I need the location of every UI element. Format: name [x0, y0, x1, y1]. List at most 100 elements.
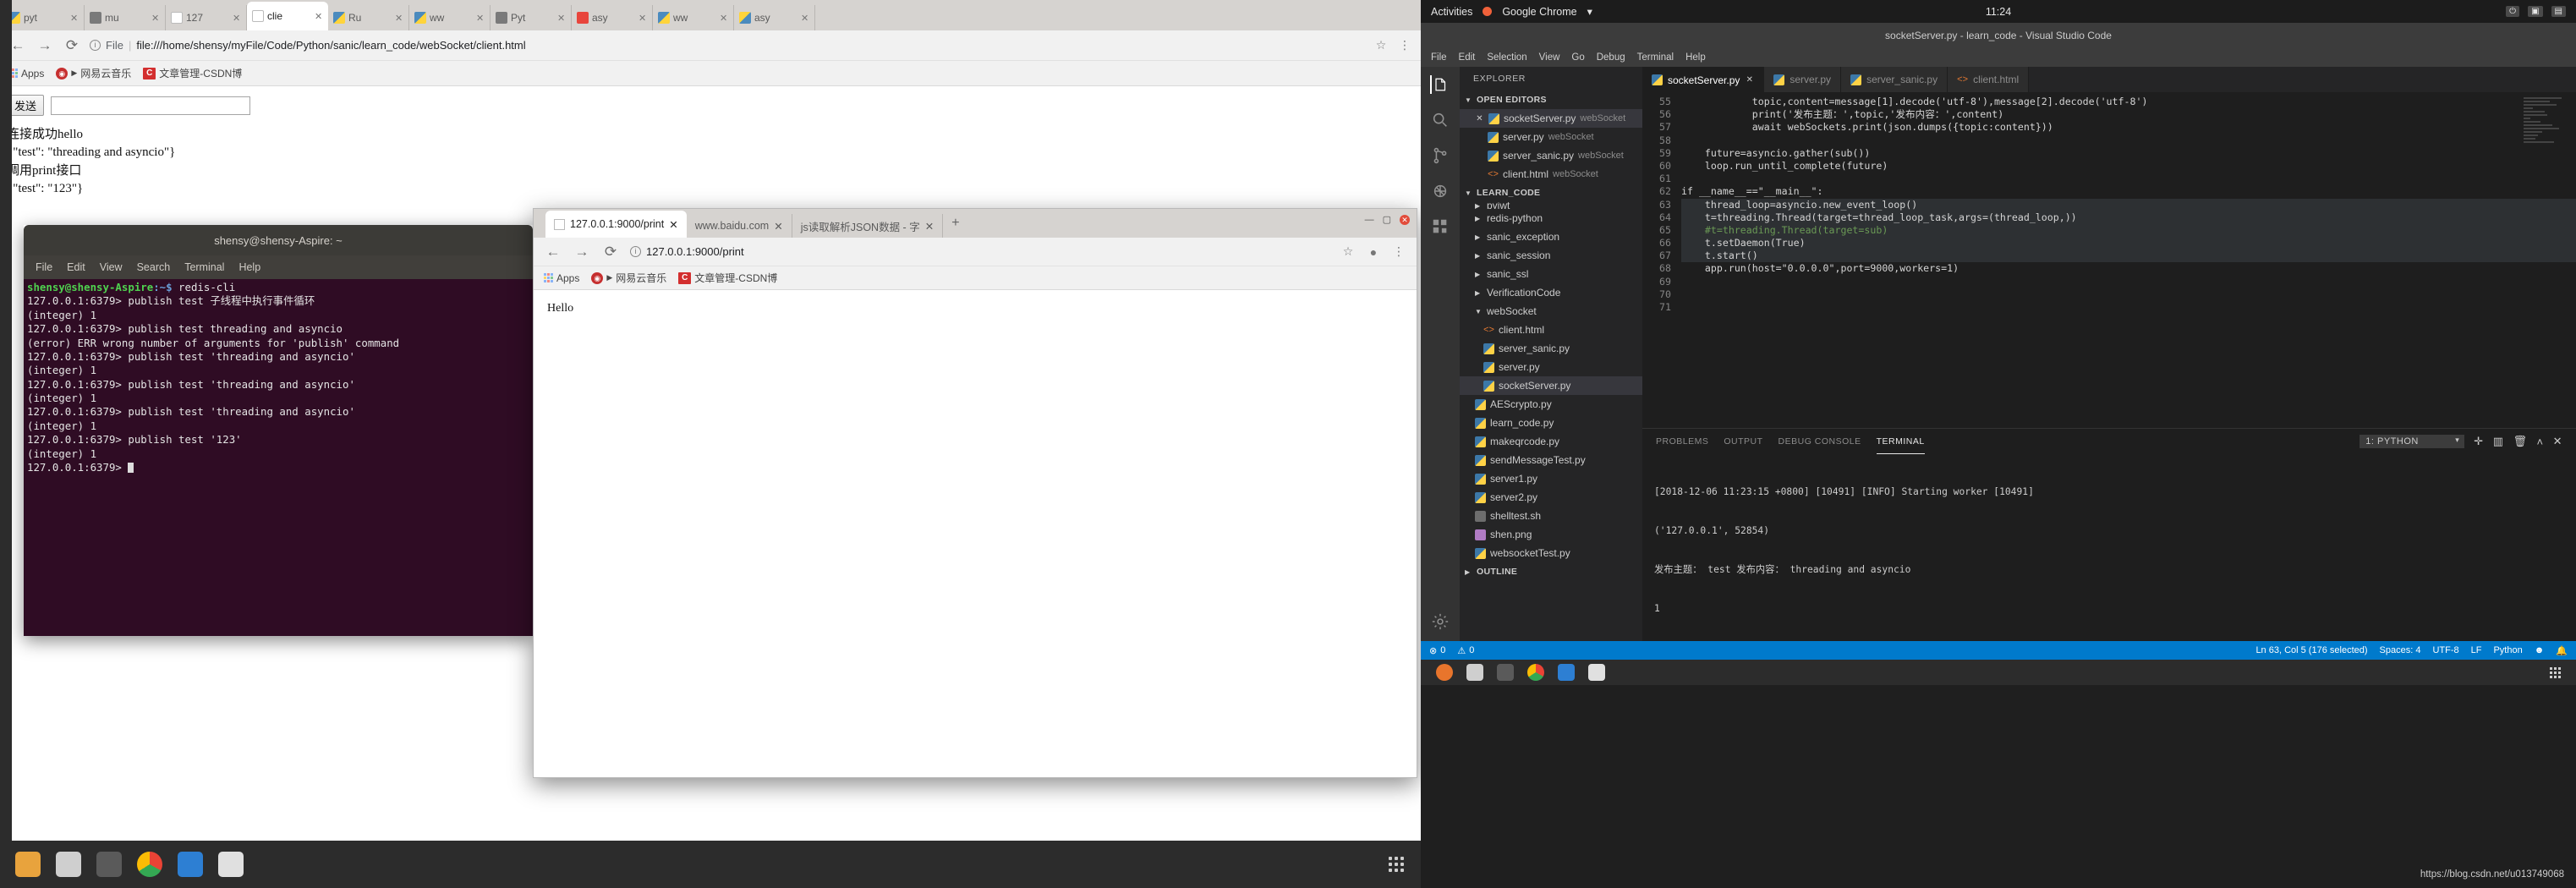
- open-editors-section-header[interactable]: ▼ OPEN EDITORS: [1460, 90, 1642, 109]
- editor-tab-socketserver[interactable]: socketServer.py ✕: [1642, 67, 1765, 92]
- tree-item-folder[interactable]: ▶ redis-python: [1460, 209, 1642, 227]
- tab-close-icon[interactable]: ✕: [315, 11, 323, 22]
- menu-file[interactable]: File: [36, 261, 52, 273]
- browser-tab[interactable]: mu ✕: [85, 5, 166, 30]
- tab-debug-console[interactable]: DEBUG CONSOLE: [1779, 436, 1861, 447]
- browser-tab[interactable]: www.baidu.com ✕: [687, 214, 792, 238]
- page-info-icon[interactable]: i: [630, 246, 641, 257]
- reload-icon[interactable]: ⟳: [601, 244, 620, 260]
- browser-tab[interactable]: 127 ✕: [166, 5, 247, 30]
- menu-help[interactable]: Help: [1685, 52, 1706, 63]
- terminal-output[interactable]: shensy@shensy-Aspire:~$ redis-cli 127.0.…: [24, 279, 533, 636]
- browser-tab-active[interactable]: clie ✕: [247, 2, 328, 30]
- activities-button[interactable]: Activities: [1431, 6, 1472, 18]
- firefox-icon[interactable]: [1436, 664, 1453, 681]
- account-avatar-icon[interactable]: ●: [1366, 245, 1381, 259]
- network-indicator-icon[interactable]: ▣: [2528, 6, 2543, 17]
- menu-search[interactable]: Search: [137, 261, 171, 273]
- tree-item-folder[interactable]: ▶ sanic_session: [1460, 246, 1642, 265]
- menu-debug[interactable]: Debug: [1597, 52, 1625, 63]
- system-menu-icon[interactable]: ▤: [2551, 6, 2566, 17]
- warning-triangle-icon[interactable]: ⚠: [1457, 645, 1466, 656]
- extensions-icon[interactable]: [1431, 217, 1450, 236]
- address-bar[interactable]: i 127.0.0.1:9000/print: [630, 245, 1330, 258]
- browser-tab[interactable]: ww ✕: [653, 5, 734, 30]
- page-info-icon[interactable]: i: [90, 40, 101, 51]
- message-input[interactable]: [51, 96, 251, 115]
- menu-help[interactable]: Help: [238, 261, 260, 273]
- chrome-icon[interactable]: [1527, 664, 1544, 681]
- send-button[interactable]: 发送: [7, 95, 45, 116]
- encoding-setting[interactable]: UTF-8: [2432, 645, 2458, 655]
- browser-tab[interactable]: asy ✕: [734, 5, 815, 30]
- tree-item-file[interactable]: sendMessageTest.py: [1460, 451, 1642, 469]
- tab-close-icon[interactable]: ✕: [669, 218, 677, 231]
- files-icon[interactable]: [1430, 75, 1449, 94]
- tab-problems[interactable]: PROBLEMS: [1656, 436, 1708, 447]
- current-app-label[interactable]: Google Chrome: [1502, 6, 1576, 18]
- tree-item-folder[interactable]: ▶ sanic_ssl: [1460, 265, 1642, 283]
- debug-icon[interactable]: [1431, 182, 1450, 200]
- browser-tab[interactable]: pyt ✕: [3, 5, 85, 30]
- cursor-position[interactable]: Ln 63, Col 5 (176 selected): [2255, 645, 2367, 655]
- tree-item-file[interactable]: server_sanic.py: [1460, 339, 1642, 358]
- tab-close-icon[interactable]: ✕: [801, 13, 809, 24]
- browser-tab[interactable]: Ru ✕: [328, 5, 409, 30]
- address-bar[interactable]: i File | file:///home/shensy/myFile/Code…: [90, 39, 1365, 52]
- minimize-button[interactable]: —: [1365, 215, 1374, 225]
- chevron-down-icon[interactable]: ▾: [1587, 5, 1592, 18]
- tab-output[interactable]: OUTPUT: [1724, 436, 1762, 447]
- calculator-icon[interactable]: [1588, 664, 1605, 681]
- chrome-menu-icon[interactable]: ⋮: [1391, 244, 1406, 259]
- open-editor-item[interactable]: <> client.html webSocket: [1460, 165, 1642, 184]
- terminal-selector[interactable]: 1: python: [2360, 435, 2465, 448]
- menu-go[interactable]: Go: [1571, 52, 1584, 63]
- close-icon[interactable]: ✕: [1745, 75, 1754, 85]
- source-control-icon[interactable]: [1431, 146, 1450, 165]
- bookmark-star-icon[interactable]: ☆: [1340, 244, 1356, 259]
- browser-tab[interactable]: asy ✕: [572, 5, 653, 30]
- ubuntu-files-icon[interactable]: [15, 852, 41, 877]
- tab-close-icon[interactable]: ✕: [925, 220, 934, 233]
- tree-item-file[interactable]: <> client.html: [1460, 321, 1642, 339]
- show-applications-icon[interactable]: [2550, 666, 2561, 678]
- outline-section-header[interactable]: ▶ OUTLINE: [1460, 562, 1642, 581]
- calculator-icon[interactable]: [218, 852, 244, 877]
- bookmark-apps[interactable]: Apps: [544, 272, 579, 284]
- tree-item-file[interactable]: AEScrypto.py: [1460, 395, 1642, 414]
- editor-minimap[interactable]: [2524, 97, 2571, 224]
- close-icon[interactable]: ✕: [1475, 114, 1484, 123]
- tree-item-folder-expanded[interactable]: ▼ webSocket: [1460, 302, 1642, 321]
- menu-selection[interactable]: Selection: [1487, 52, 1526, 63]
- menu-view[interactable]: View: [100, 261, 123, 273]
- bookmark-csdn[interactable]: C 文章管理-CSDN博: [143, 66, 242, 80]
- editor-tab-client-html[interactable]: <> client.html: [1948, 67, 2030, 92]
- tab-close-icon[interactable]: ✕: [639, 13, 647, 24]
- tree-item-folder[interactable]: ▶ VerificationCode: [1460, 283, 1642, 302]
- tree-item-file[interactable]: makeqrcode.py: [1460, 432, 1642, 451]
- browser-tab-active[interactable]: 127.0.0.1:9000/print ✕: [545, 211, 687, 238]
- back-icon[interactable]: ←: [544, 244, 562, 260]
- chrome-icon[interactable]: [137, 852, 162, 877]
- tab-close-icon[interactable]: ✕: [476, 13, 485, 24]
- power-indicator-icon[interactable]: ⏻: [2506, 6, 2520, 17]
- tree-item-file[interactable]: shen.png: [1460, 525, 1642, 544]
- files-icon[interactable]: [1466, 664, 1483, 681]
- editor-tab-server[interactable]: server.py: [1764, 67, 1842, 92]
- menu-edit[interactable]: Edit: [1459, 52, 1476, 63]
- tree-item-file[interactable]: server.py: [1460, 358, 1642, 376]
- chrome-menu-icon[interactable]: ⋮: [1397, 38, 1412, 52]
- show-applications-icon[interactable]: [1389, 857, 1404, 872]
- tree-item-file-selected[interactable]: socketServer.py: [1460, 376, 1642, 395]
- app-icon[interactable]: [178, 852, 203, 877]
- new-tab-button[interactable]: +: [943, 216, 967, 231]
- gnome-clock[interactable]: 11:24: [1986, 6, 2011, 18]
- bookmark-csdn[interactable]: C 文章管理-CSDN博: [678, 271, 777, 285]
- screenshot-icon[interactable]: [96, 852, 122, 877]
- kill-terminal-icon[interactable]: 🗑: [2513, 435, 2527, 448]
- text-editor-icon[interactable]: [56, 852, 81, 877]
- smiley-icon[interactable]: ☻: [2535, 645, 2545, 655]
- browser-tab[interactable]: Pyt ✕: [491, 5, 572, 30]
- tab-close-icon[interactable]: ✕: [557, 13, 566, 24]
- bookmark-netease[interactable]: ◉ ▶ 网易云音乐: [56, 66, 131, 80]
